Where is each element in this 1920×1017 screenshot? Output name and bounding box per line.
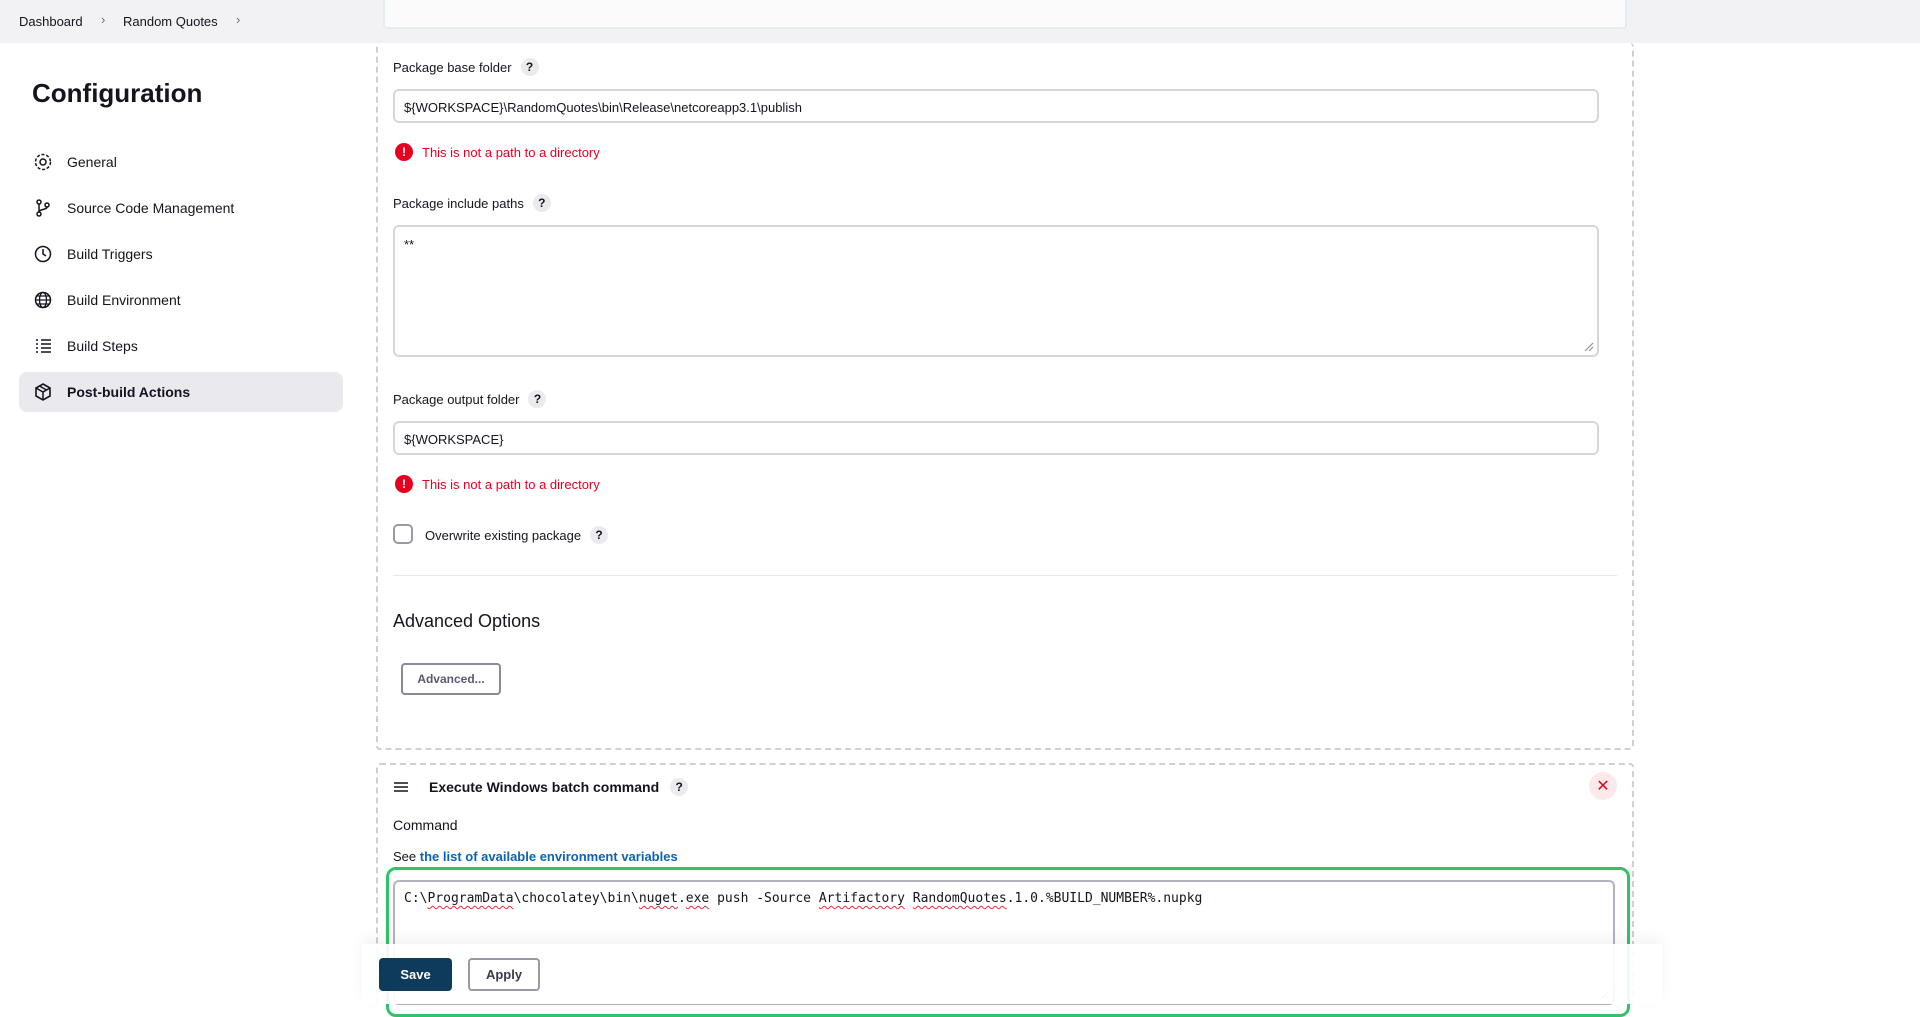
sidebar-item-build-steps[interactable]: Build Steps <box>19 326 343 366</box>
package-base-folder-label: Package base folder ? <box>393 58 539 76</box>
output-folder-error: ! This is not a path to a directory <box>395 475 600 493</box>
page-title: Configuration <box>32 78 203 108</box>
command-label: Command <box>393 817 458 833</box>
sidebar-item-label: Post-build Actions <box>67 384 191 400</box>
sidebar-item-build-triggers[interactable]: Build Triggers <box>19 234 343 274</box>
package-include-paths-label: Package include paths ? <box>393 194 551 212</box>
sidebar-item-source-code-management[interactable]: Source Code Management <box>19 188 343 228</box>
env-vars-hint: See the list of available environment va… <box>393 849 678 864</box>
sidebar-item-label: Build Steps <box>67 338 138 354</box>
bottom-action-bar <box>362 944 1662 1004</box>
save-button[interactable]: Save <box>379 958 452 991</box>
env-vars-link[interactable]: the list of available environment variab… <box>420 849 678 864</box>
chevron-right-icon: › <box>101 12 106 27</box>
base-folder-error: ! This is not a path to a directory <box>395 143 600 161</box>
sidebar-item-general[interactable]: General <box>19 142 343 182</box>
help-icon[interactable]: ? <box>532 194 551 212</box>
advanced-options-heading: Advanced Options <box>393 611 541 631</box>
breadcrumb-dashboard[interactable]: Dashboard <box>19 14 83 29</box>
sidebar-item-label: General <box>67 154 117 170</box>
gear-icon <box>32 151 54 173</box>
branch-icon <box>32 197 54 219</box>
chevron-right-icon[interactable]: › <box>236 12 240 27</box>
apply-button[interactable]: Apply <box>468 958 540 991</box>
help-icon[interactable]: ? <box>590 526 609 544</box>
package-icon <box>32 381 54 403</box>
sidebar-item-label: Build Environment <box>67 292 181 308</box>
clock-icon <box>32 243 54 265</box>
help-icon[interactable]: ? <box>528 390 547 408</box>
list-icon <box>32 335 54 357</box>
error-icon: ! <box>395 143 413 161</box>
divider <box>393 575 1617 576</box>
batch-command-title: Execute Windows batch command ? <box>429 778 689 796</box>
sidebar-item-label: Build Triggers <box>67 246 153 262</box>
drag-handle-icon[interactable] <box>393 781 409 793</box>
overwrite-existing-package-label: Overwrite existing package ? <box>425 526 609 544</box>
package-include-paths-input[interactable]: ** <box>393 225 1599 357</box>
help-icon[interactable]: ? <box>520 58 539 76</box>
include-paths-value: ** <box>404 237 415 252</box>
package-output-folder-input[interactable]: ${WORKSPACE} <box>393 421 1599 455</box>
previous-section-edge <box>383 0 1627 29</box>
sidebar-item-post-build-actions[interactable]: Post-build Actions <box>19 372 343 412</box>
package-base-folder-input[interactable]: ${WORKSPACE}\RandomQuotes\bin\Release\ne… <box>393 89 1599 123</box>
sidebar-item-label: Source Code Management <box>67 200 235 216</box>
resize-handle-icon[interactable] <box>1584 342 1594 352</box>
globe-icon <box>32 289 54 311</box>
close-icon[interactable]: ✕ <box>1589 772 1617 800</box>
breadcrumb-random-quotes[interactable]: Random Quotes <box>123 14 218 29</box>
error-icon: ! <box>395 475 413 493</box>
sidebar-item-build-environment[interactable]: Build Environment <box>19 280 343 320</box>
advanced-button[interactable]: Advanced... <box>401 663 501 695</box>
help-icon[interactable]: ? <box>670 778 689 796</box>
package-output-folder-label: Package output folder ? <box>393 390 547 408</box>
overwrite-existing-package-checkbox[interactable] <box>393 524 413 544</box>
